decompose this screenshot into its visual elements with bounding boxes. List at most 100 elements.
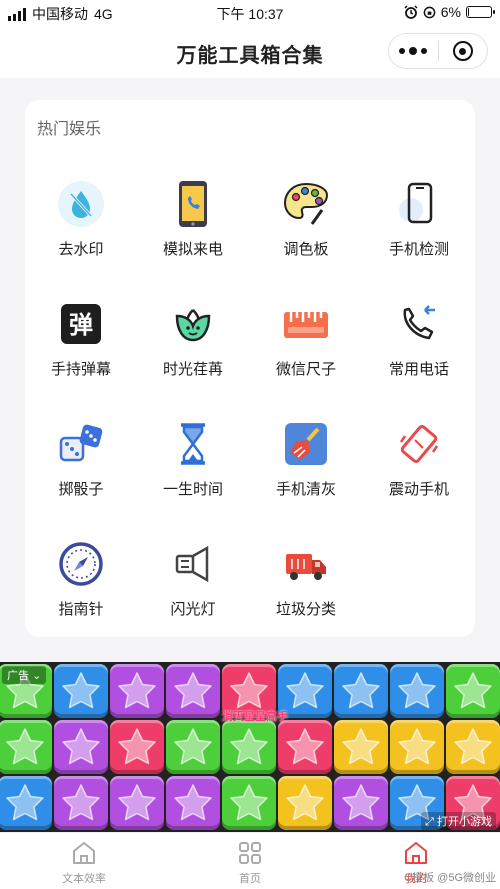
plant-face-icon — [169, 300, 217, 348]
tool-garbage-sort[interactable]: 垃圾分类 — [250, 540, 362, 640]
battery-fill — [468, 8, 470, 16]
tab-label: 文本效率 — [62, 873, 106, 885]
ad-tag[interactable]: 广告 ⌄ — [2, 666, 47, 684]
game-tile — [54, 776, 108, 830]
garbage-truck-icon — [282, 540, 330, 588]
tool-lifetime[interactable]: 一生时间 — [137, 420, 249, 520]
tool-compass[interactable]: 指南针 — [25, 540, 137, 640]
star-icon — [174, 672, 212, 709]
tool-label: 模拟来电 — [162, 241, 223, 258]
star-icon — [230, 784, 268, 821]
danmaku-icon: 弹 — [57, 300, 105, 348]
tool-phone-check[interactable]: 手机检测 — [363, 180, 475, 280]
star-icon — [342, 784, 380, 821]
game-tile — [54, 720, 108, 774]
tool-common-phone[interactable]: 常用电话 — [363, 300, 475, 400]
water-drop-icon — [57, 180, 105, 228]
star-icon — [286, 728, 324, 765]
ad-tag-label: 广告 — [7, 670, 29, 682]
compass-icon — [57, 540, 105, 588]
star-icon — [6, 728, 44, 765]
dice-icon — [57, 420, 105, 468]
game-tile — [110, 720, 164, 774]
game-tile — [446, 664, 500, 718]
open-mini-game-button[interactable]: ⤢ 打开小游戏 — [421, 812, 496, 830]
tool-label: 垃圾分类 — [275, 601, 336, 618]
tool-fake-call[interactable]: 模拟来电 — [137, 180, 249, 280]
target-circle-icon — [452, 41, 473, 61]
tool-label: 掷骰子 — [58, 481, 104, 498]
star-icon — [62, 728, 100, 765]
incoming-call-phone-icon — [169, 180, 217, 228]
phone-outline-icon — [395, 180, 443, 228]
game-tile — [222, 776, 276, 830]
grid-icon — [239, 842, 261, 864]
tab-bar: 文本效率 首页 我的 C模板 @5G微创业 — [0, 832, 500, 889]
chevron-down-icon: ⌄ — [32, 670, 42, 682]
star-icon — [174, 784, 212, 821]
game-tile — [334, 720, 388, 774]
tab-text-efficiency[interactable]: 文本效率 — [34, 839, 134, 886]
tool-handheld-danmaku[interactable]: 弹 手持弹幕 — [25, 300, 137, 400]
open-mini-game-label: 打开小游戏 — [437, 816, 492, 828]
close-miniprogram-button[interactable] — [439, 34, 488, 68]
game-tile — [390, 664, 444, 718]
status-bar: 中国移动 4G 下午 10:37 6% — [0, 0, 500, 24]
broom-icon — [282, 420, 330, 468]
star-icon — [342, 728, 380, 765]
tab-home[interactable]: 首页 — [200, 839, 300, 886]
game-tile — [278, 776, 332, 830]
star-icon — [62, 672, 100, 709]
tool-label: 震动手机 — [388, 481, 449, 498]
battery-icon — [466, 6, 495, 18]
tool-label: 常用电话 — [388, 361, 449, 378]
tool-roll-dice[interactable]: 掷骰子 — [25, 420, 137, 520]
tool-label: 手机清灰 — [275, 481, 336, 498]
star-icon — [6, 784, 44, 821]
star-icon — [286, 672, 324, 709]
home-icon — [405, 842, 427, 864]
tab-label: 首页 — [239, 873, 261, 885]
star-icon — [118, 728, 156, 765]
hot-entertainment-card: 热门娱乐 去水印 模拟来电 调色板 手机检测 弹 手持弹幕 时光荏苒 微信尺子 … — [25, 100, 475, 637]
star-icon — [62, 784, 100, 821]
tool-time-flies[interactable]: 时光荏苒 — [137, 300, 249, 400]
game-tile — [110, 664, 164, 718]
miniprogram-capsule — [388, 33, 488, 69]
star-icon — [118, 784, 156, 821]
game-tile — [54, 664, 108, 718]
star-icon — [398, 672, 436, 709]
game-tile — [390, 720, 444, 774]
nav-bar: 万能工具箱合集 — [0, 24, 500, 78]
battery-text: 6% — [440, 4, 461, 20]
vibrate-phone-icon — [395, 420, 443, 468]
tool-label: 时光荏苒 — [162, 361, 223, 378]
game-tile — [334, 664, 388, 718]
tool-label: 微信尺子 — [275, 361, 336, 378]
tool-palette[interactable]: 调色板 — [250, 180, 362, 280]
tool-flashlight[interactable]: 闪光灯 — [137, 540, 249, 640]
tool-remove-watermark[interactable]: 去水印 — [25, 180, 137, 280]
game-tile — [278, 720, 332, 774]
game-tile — [166, 720, 220, 774]
status-right: 6% — [404, 4, 495, 20]
game-tile — [0, 720, 52, 774]
game-tile — [110, 776, 164, 830]
ad-caption: 消灭星星高手 — [222, 711, 288, 723]
tool-wechat-ruler[interactable]: 微信尺子 — [250, 300, 362, 400]
tool-phone-clean-dust[interactable]: 手机清灰 — [250, 420, 362, 520]
flashlight-icon — [169, 540, 217, 588]
game-tile — [334, 776, 388, 830]
tool-label: 闪光灯 — [170, 601, 216, 618]
rotation-lock-icon — [423, 6, 436, 18]
more-button[interactable] — [389, 34, 438, 68]
ad-banner[interactable]: 广告 ⌄ 消灭星星高手 ⤢ 打开小游戏 — [0, 662, 500, 832]
star-icon — [230, 672, 268, 709]
watermark: C模板 @5G微创业 — [404, 872, 496, 884]
svg-text:弹: 弹 — [69, 311, 93, 339]
game-tile — [166, 776, 220, 830]
tool-vibrate-phone[interactable]: 震动手机 — [363, 420, 475, 520]
tool-grid: 去水印 模拟来电 调色板 手机检测 弹 手持弹幕 时光荏苒 微信尺子 常用电话 … — [25, 100, 475, 637]
alarm-icon — [404, 5, 418, 19]
tool-label: 去水印 — [58, 241, 104, 258]
